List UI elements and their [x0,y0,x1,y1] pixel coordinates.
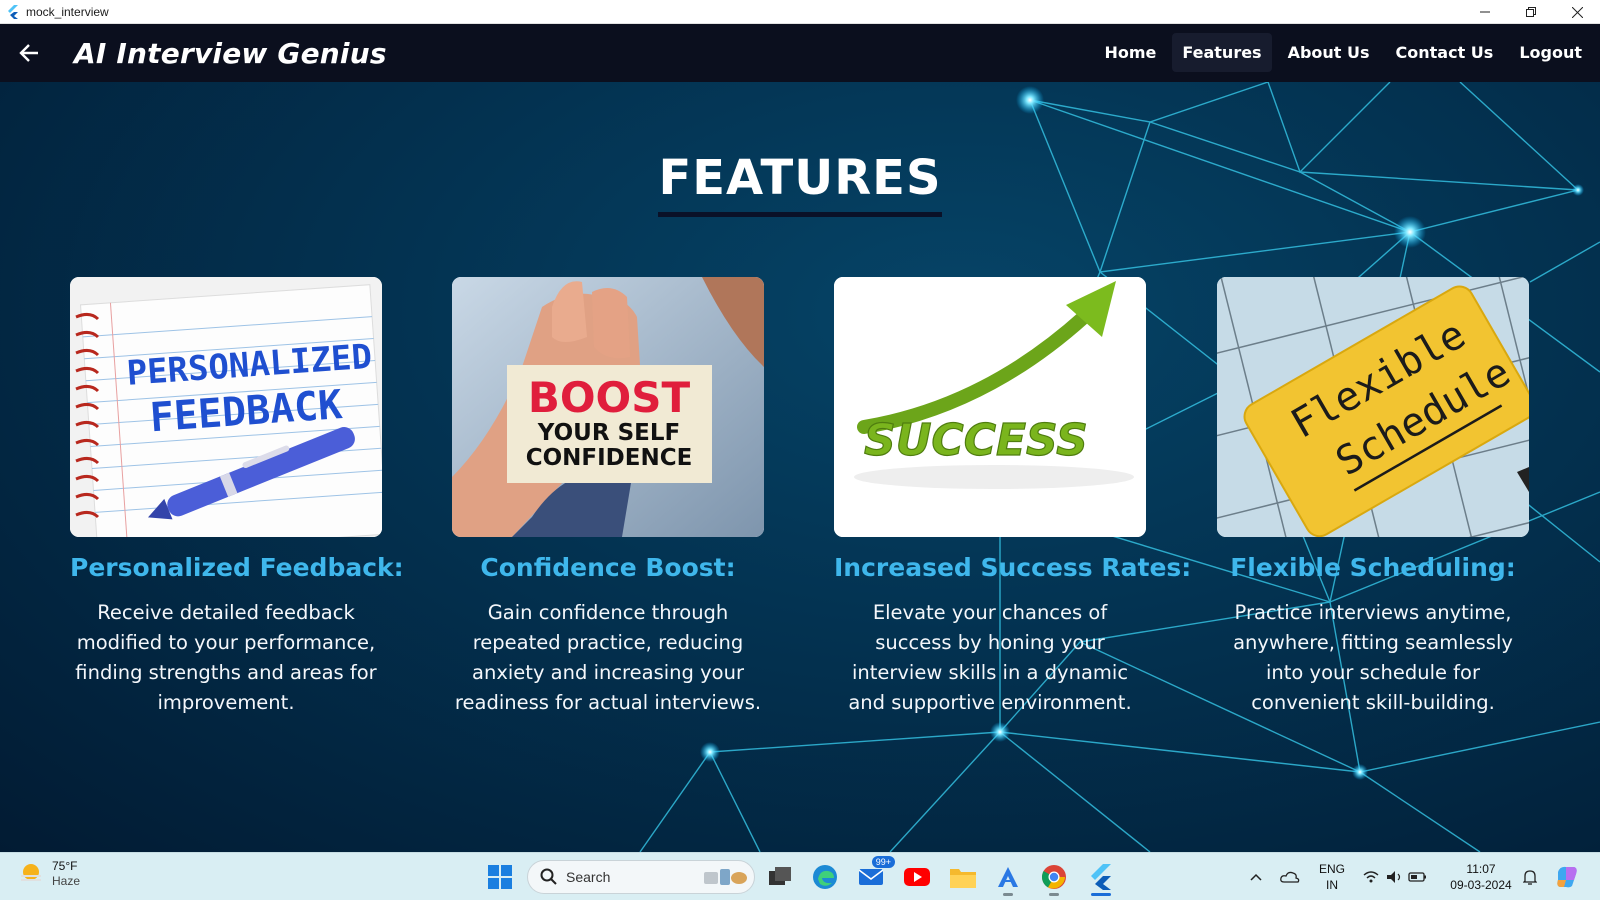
search-icon [540,868,557,885]
language-indicator[interactable]: ENG IN [1319,861,1345,893]
wifi-volume-battery-icons [1363,871,1426,883]
flutter-app-icon [8,4,18,19]
minimize-icon [1480,11,1490,13]
chrome-icon [1041,865,1066,889]
start-button[interactable] [484,861,516,893]
copilot-button[interactable] [1551,861,1583,893]
boost-text: BOOST [528,373,691,422]
running-indicator [1049,893,1059,896]
onedrive-button[interactable] [1278,861,1302,893]
weather-temperature: 75°F [52,859,78,873]
confidence-text: CONFIDENCE [526,445,693,471]
restore-button[interactable] [1508,0,1554,24]
app-a-icon [998,867,1018,887]
haze-weather-icon [21,863,41,881]
taskbar-search[interactable]: Search [527,860,755,894]
success-word: SUCCESS [864,415,1088,466]
close-button[interactable] [1554,0,1600,24]
minimize-button[interactable] [1462,0,1508,24]
flutter-icon [1091,864,1111,890]
edge-browser-button[interactable] [809,861,841,893]
search-label: Search [566,869,611,885]
clock[interactable]: 11:07 09-03-2024 [1446,861,1516,893]
app-navbar: AI Interview Genius Home Features About … [0,24,1600,82]
task-view-button[interactable] [764,861,796,893]
mail-icon [859,869,883,885]
weather-widget[interactable]: 75°F Haze [18,859,80,888]
mail-badge: 99+ [871,856,895,868]
back-button[interactable] [0,24,58,82]
system-tray-status[interactable] [1360,861,1430,893]
chevron-up-icon [1250,873,1262,881]
restore-icon [1526,7,1536,17]
feature-description: Gain confidence through repeated practic… [454,601,762,714]
nav-home[interactable]: Home [1094,33,1166,72]
app-button[interactable] [992,861,1024,896]
region-code: IN [1326,878,1338,892]
flexible-schedule-image: Flexible Schedule [1217,277,1529,537]
windows-logo-icon [488,865,512,889]
running-indicator [1003,893,1013,896]
windows-taskbar: 75°F Haze Search 99+ ENG IN 11:07 09-03-… [0,852,1600,900]
feature-description: Elevate your chances of success by honin… [848,601,1132,714]
close-icon [1571,6,1583,18]
notebook-feedback-image: PERSONALIZED FEEDBACK [70,277,382,537]
youtube-button[interactable] [901,861,933,893]
weather-condition: Haze [52,874,81,888]
window-titlebar: mock_interview [0,0,1600,24]
confidence-card-image: BOOST YOUR SELF CONFIDENCE [452,277,764,537]
feature-card-flexible-scheduling: Flexible Schedule Flexible Scheduling: P… [1217,277,1529,718]
clock-time: 11:07 [1466,862,1496,876]
feature-card-increased-success-rates: SUCCESS Increased Success Rates: Elevate… [834,277,1192,718]
show-hidden-icons-button[interactable] [1246,861,1266,893]
main-nav: Home Features About Us Contact Us Logout [1094,33,1592,72]
copilot-icon [1557,866,1577,888]
nav-logout[interactable]: Logout [1509,33,1592,72]
mail-button[interactable]: 99+ [855,856,895,893]
bell-icon [1523,870,1537,885]
clock-date: 09-03-2024 [1450,878,1512,892]
self-text: YOUR SELF [537,420,680,446]
task-view-icon [769,867,791,885]
nav-features[interactable]: Features [1172,33,1272,72]
app-brand-title: AI Interview Genius [74,36,387,70]
feature-title: Personalized Feedback: [70,553,404,582]
flutter-app-button[interactable] [1085,861,1117,896]
file-explorer-button[interactable] [947,861,979,893]
edge-icon [813,865,837,889]
feature-title: Increased Success Rates: [834,553,1192,582]
folder-icon [950,869,976,888]
nav-about-us[interactable]: About Us [1278,33,1380,72]
features-section: FEATURES PERSONALIZED FEEDBACK Personali… [0,82,1600,852]
feature-title: Confidence Boost: [480,553,736,582]
success-arrow-image: SUCCESS [834,277,1146,537]
notifications-button[interactable] [1518,861,1542,893]
active-indicator [1091,893,1111,896]
cloud-icon [1280,871,1300,883]
feature-card-personalized-feedback: PERSONALIZED FEEDBACK Personalized Feedb… [70,277,404,718]
window-title: mock_interview [26,4,109,19]
language-code: ENG [1319,862,1346,876]
feature-title: Flexible Scheduling: [1230,553,1516,582]
feature-description: Practice interviews anytime, anywhere, f… [1233,601,1513,714]
nav-contact-us[interactable]: Contact Us [1386,33,1504,72]
feature-card-confidence-boost: BOOST YOUR SELF CONFIDENCE Confidence Bo… [452,277,764,718]
youtube-icon [904,868,930,886]
feature-description: Receive detailed feedback modified to yo… [75,601,377,714]
search-highlight-icon [704,869,747,885]
arrow-left-icon [19,44,38,62]
chrome-button[interactable] [1038,861,1070,896]
page-title: FEATURES [658,150,942,217]
